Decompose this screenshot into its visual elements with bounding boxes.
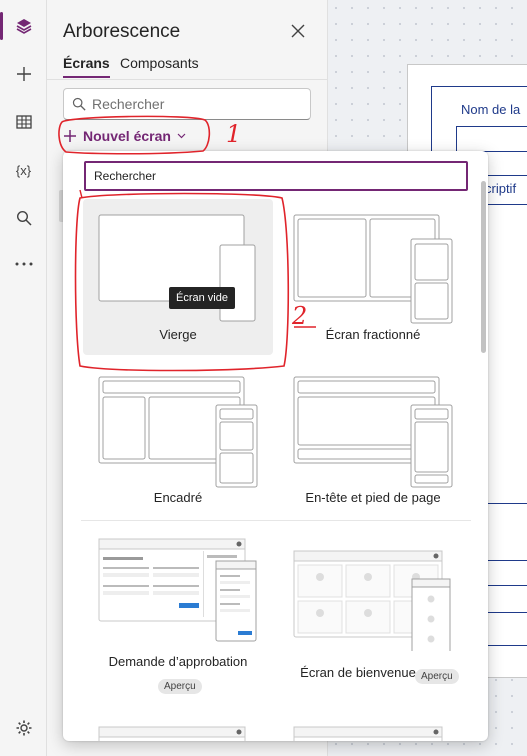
canvas-field-input[interactable] [456,126,527,152]
new-screen-button[interactable]: Nouvel écran [63,124,186,148]
preview-badge: Aperçu [158,679,202,694]
plus-icon[interactable] [0,54,47,94]
search-icon [72,97,86,111]
template-more-preview [98,726,246,741]
template-label: Demande d’approbation [108,654,248,669]
template-split-screen[interactable]: Écran fractionné [278,199,468,355]
template-header-footer-preview [293,376,453,488]
flyout-scrollbar[interactable] [479,151,488,741]
canvas-line [485,585,527,586]
tab-screens[interactable]: Écrans [63,55,110,78]
variables-icon[interactable]: {x} [0,150,47,190]
template-label: Vierge [159,327,197,342]
left-rail: {x} [0,0,47,756]
new-screen-label: Nouvel écran [83,128,171,144]
tab-components[interactable]: Composants [120,55,199,71]
tabs-divider [47,79,328,80]
table-icon[interactable] [0,102,47,142]
search-icon[interactable] [0,198,47,238]
template-more-preview [293,726,443,741]
template-welcome-screen[interactable]: Écran de bienvenue Aperçu [278,531,468,701]
canvas-line [485,612,527,613]
template-sidebar-preview [98,376,258,488]
template-welcome-preview [293,550,451,651]
template-more-1[interactable] [83,721,273,741]
scrollbar-thumb[interactable] [481,181,486,353]
close-icon[interactable] [288,21,308,41]
preview-badge: Aperçu [415,669,459,684]
template-label: En-tête et pied de page [305,490,441,505]
canvas-line [485,560,527,561]
gear-icon[interactable] [0,708,47,748]
tooltip: Écran vide [169,287,235,309]
canvas-field-label: Nom de la [461,102,521,117]
annotation-mark-2: 2 [292,302,308,330]
plus-icon [64,130,76,142]
flyout-search-input[interactable]: Rechercher [84,161,468,191]
template-more-2[interactable] [278,721,468,741]
template-approval-preview [98,538,257,642]
search-placeholder: Rechercher [92,96,165,112]
panel-title: Arborescence [63,21,181,42]
tree-search-input[interactable]: Rechercher [63,88,311,120]
template-label: Encadré [153,490,203,505]
template-blank[interactable]: Vierge [83,199,273,355]
more-icon[interactable] [0,244,47,284]
canvas-line [485,503,527,504]
template-approval-request[interactable]: Demande d’approbation Aperçu [83,531,273,701]
canvas-field-label-2: criptif [485,181,517,196]
annotation-mark-1: 1 [226,120,242,148]
template-sidebar[interactable]: Encadré [83,369,273,514]
template-blank-preview [98,214,256,322]
layers-icon[interactable] [0,6,47,46]
section-divider [81,520,471,521]
new-screen-flyout: Rechercher Vierge Écran vide Écran fract… [63,151,488,741]
template-header-footer[interactable]: En-tête et pied de page [278,369,468,514]
chevron-down-icon [177,133,186,139]
